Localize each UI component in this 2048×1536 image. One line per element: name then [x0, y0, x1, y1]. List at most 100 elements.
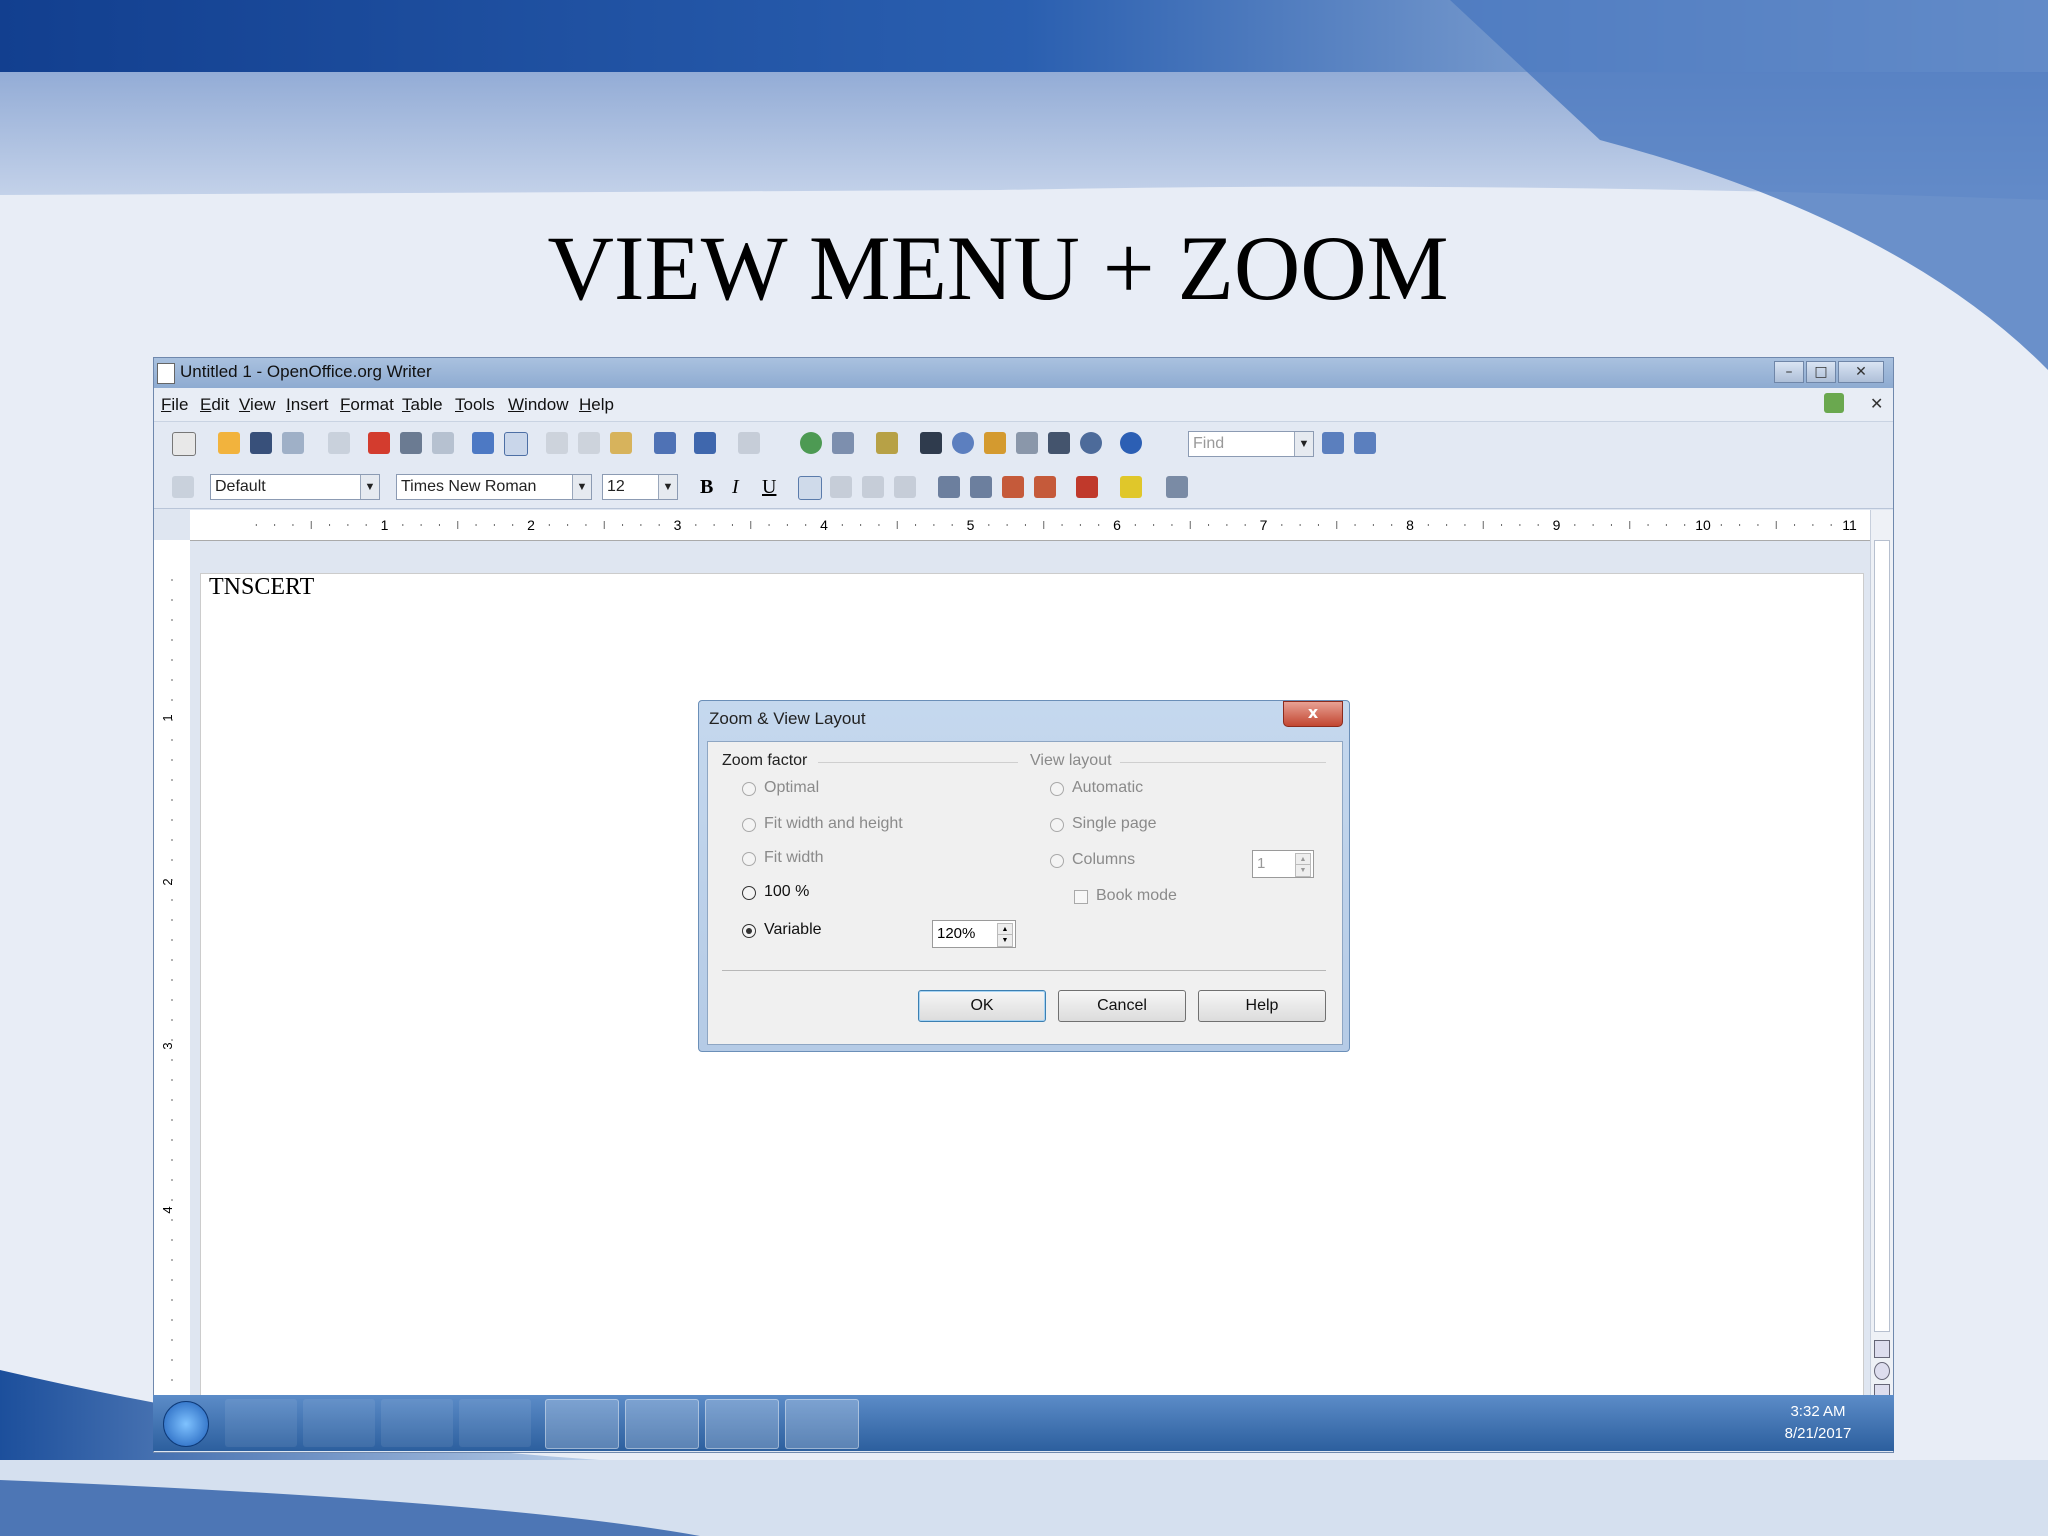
email-icon[interactable] [282, 432, 304, 454]
chevron-down-icon[interactable]: ▼ [1294, 432, 1313, 456]
fit-width-radio[interactable] [742, 852, 756, 866]
copy-icon[interactable] [578, 432, 600, 454]
menu-help[interactable]: Help [579, 395, 614, 415]
undo-icon[interactable] [694, 432, 716, 454]
vertical-ruler[interactable]: 1 2 3 4 [154, 540, 190, 1420]
highlighting-icon[interactable] [1120, 476, 1142, 498]
font-size-select[interactable]: 12 ▼ [602, 474, 678, 500]
paste-icon[interactable] [610, 432, 632, 454]
fit-width-height-radio[interactable] [742, 818, 756, 832]
word-icon[interactable] [381, 1399, 453, 1447]
system-tray-icons[interactable] [1633, 1413, 1743, 1433]
navigation-icon[interactable] [1874, 1362, 1890, 1380]
underline-button[interactable]: U [762, 476, 776, 499]
columns-radio[interactable] [1050, 854, 1064, 868]
save-icon[interactable] [250, 432, 272, 454]
gallery-icon[interactable] [984, 432, 1006, 454]
menu-tools[interactable]: Tools [455, 395, 495, 415]
chevron-down-icon[interactable]: ▼ [572, 475, 591, 499]
find-previous-icon[interactable] [1354, 432, 1376, 454]
start-button[interactable] [163, 1401, 209, 1447]
previous-page-icon[interactable] [1874, 1340, 1890, 1358]
columns-field[interactable]: 1 ▲ ▼ [1252, 850, 1314, 878]
window-close-button[interactable]: ✕ [1838, 361, 1884, 383]
variable-zoom-field[interactable]: 120% ▲ ▼ [932, 920, 1016, 948]
zoom-icon[interactable] [1080, 432, 1102, 454]
internet-explorer-icon[interactable] [225, 1399, 297, 1447]
edit-file-icon[interactable] [328, 432, 350, 454]
new-document-icon[interactable] [172, 432, 196, 456]
find-replace-icon[interactable] [920, 432, 942, 454]
menu-edit[interactable]: Edit [200, 395, 229, 415]
restore-button[interactable]: □ [1806, 361, 1836, 383]
bold-button[interactable]: B [700, 476, 713, 499]
system-clock[interactable]: 3:32 AM 8/21/2017 [1763, 1401, 1873, 1445]
variable-radio[interactable] [742, 924, 756, 938]
find-next-icon[interactable] [1322, 432, 1344, 454]
cut-icon[interactable] [546, 432, 568, 454]
draw-functions-icon[interactable] [876, 432, 898, 454]
help-icon[interactable] [1120, 432, 1142, 454]
menu-insert[interactable]: Insert [286, 395, 329, 415]
paint-icon[interactable] [545, 1399, 619, 1449]
help-button[interactable]: Help [1198, 990, 1326, 1022]
chevron-down-icon[interactable]: ▼ [658, 475, 677, 499]
openoffice-writer-icon[interactable] [705, 1399, 779, 1449]
font-color-icon[interactable] [1076, 476, 1098, 498]
folder-icon[interactable] [785, 1399, 859, 1449]
align-right-icon[interactable] [862, 476, 884, 498]
print-icon[interactable] [400, 432, 422, 454]
format-paintbrush-icon[interactable] [654, 432, 676, 454]
paragraph-style-select[interactable]: Default ▼ [210, 474, 380, 500]
open-folder-icon[interactable] [218, 432, 240, 454]
background-color-icon[interactable] [1166, 476, 1188, 498]
spin-down-icon[interactable]: ▼ [1295, 864, 1311, 877]
powerpoint-icon[interactable] [625, 1399, 699, 1449]
spin-down-icon[interactable]: ▼ [997, 934, 1013, 947]
menu-file[interactable]: File [161, 395, 188, 415]
book-mode-checkbox[interactable] [1074, 890, 1088, 904]
increase-indent-icon[interactable] [1034, 476, 1056, 498]
table-icon[interactable] [832, 432, 854, 454]
align-left-icon[interactable] [798, 476, 822, 500]
update-icon[interactable] [1824, 393, 1844, 413]
numbering-icon[interactable] [938, 476, 960, 498]
navigator-icon[interactable] [952, 432, 974, 454]
redo-icon[interactable] [738, 432, 760, 454]
cancel-button[interactable]: Cancel [1058, 990, 1186, 1022]
menu-view[interactable]: View [239, 395, 276, 415]
blank-document-icon[interactable] [459, 1399, 531, 1447]
ok-button[interactable]: OK [918, 990, 1046, 1022]
menu-window[interactable]: Window [508, 395, 568, 415]
find-input[interactable]: Find ▼ [1188, 431, 1314, 457]
formatting-marks-icon[interactable] [1048, 432, 1070, 454]
export-pdf-icon[interactable] [368, 432, 390, 454]
styles-formatting-icon[interactable] [172, 476, 194, 498]
spellcheck-icon[interactable] [472, 432, 494, 454]
automatic-radio[interactable] [1050, 782, 1064, 796]
font-name-select[interactable]: Times New Roman ▼ [396, 474, 592, 500]
title-bar[interactable]: Untitled 1 - OpenOffice.org Writer – □ ✕ [154, 358, 1893, 388]
menu-format[interactable]: Format [340, 395, 394, 415]
data-sources-icon[interactable] [1016, 432, 1038, 454]
hyperlink-icon[interactable] [800, 432, 822, 454]
single-page-radio[interactable] [1050, 818, 1064, 832]
100-percent-radio[interactable] [742, 886, 756, 900]
media-player-icon[interactable] [303, 1399, 375, 1447]
document-close-button[interactable]: ✕ [1870, 394, 1883, 413]
justify-icon[interactable] [894, 476, 916, 498]
autospellcheck-icon[interactable] [504, 432, 528, 456]
scrollbar-thumb[interactable] [1874, 540, 1890, 1332]
menu-table[interactable]: Table [402, 395, 443, 415]
italic-button[interactable]: I [732, 476, 739, 499]
document-text[interactable]: TNSCERT [209, 574, 314, 601]
align-center-icon[interactable] [830, 476, 852, 498]
minimize-button[interactable]: – [1774, 361, 1804, 383]
dialog-close-button[interactable]: x [1283, 701, 1343, 727]
optimal-radio[interactable] [742, 782, 756, 796]
chevron-down-icon[interactable]: ▼ [360, 475, 379, 499]
horizontal-ruler[interactable]: 1 2 3 4 5 6 7 8 9 10 11 [190, 510, 1870, 541]
vertical-scrollbar[interactable] [1870, 510, 1893, 1420]
decrease-indent-icon[interactable] [1002, 476, 1024, 498]
bullets-icon[interactable] [970, 476, 992, 498]
